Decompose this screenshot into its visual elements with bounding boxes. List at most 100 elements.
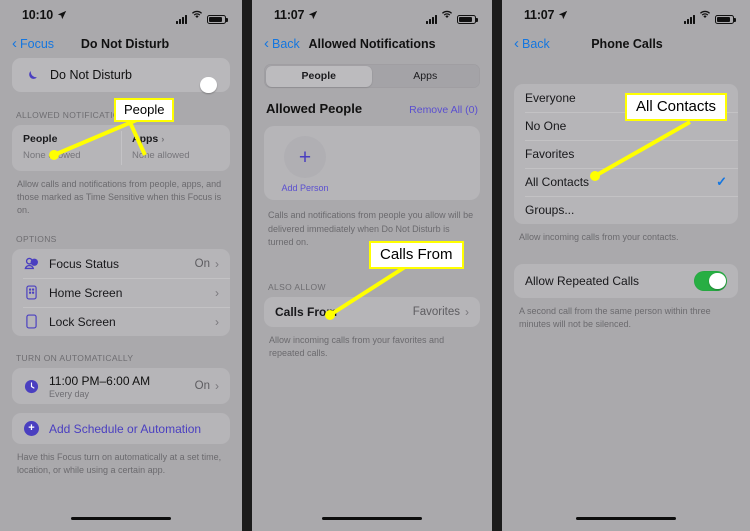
back-button[interactable]: ‹ Back [514, 36, 550, 51]
cellular-signal-icon [426, 15, 437, 24]
location-arrow-icon [57, 10, 67, 20]
choice-groups[interactable]: Groups... [514, 196, 738, 224]
status-bar: 11:07 [252, 0, 492, 30]
callout-people: People [114, 98, 175, 122]
turn-on-automatically-header: TURN ON AUTOMATICALLY [16, 353, 134, 364]
add-schedule-card: + Add Schedule or Automation [12, 413, 230, 445]
section-title: Allowed People [266, 101, 363, 116]
allow-repeated-calls-label: Allow Repeated Calls [525, 274, 640, 289]
row-focus-status[interactable]: Focus Status On › [12, 249, 230, 278]
home-indicator [71, 516, 171, 520]
allowed-apps-label: Apps [132, 133, 159, 145]
row-label-home-screen: Home Screen [49, 285, 123, 300]
do-not-disturb-row[interactable]: Do Not Disturb [12, 58, 230, 92]
status-indicators [684, 6, 736, 24]
choice-label: Favorites [525, 147, 575, 161]
home-screen-icon [23, 285, 40, 300]
allow-repeated-calls-toggle[interactable] [694, 271, 727, 291]
repeated-calls-card: Allow Repeated Calls [514, 264, 738, 299]
location-arrow-icon [558, 10, 568, 20]
back-button-label: Focus [20, 37, 55, 51]
location-arrow-icon [308, 10, 318, 20]
options-header: OPTIONS [16, 234, 57, 245]
add-person-button[interactable]: + Add Person [278, 136, 332, 193]
phone-calls-content: Everyone No One Favorites All Contacts ✓… [502, 84, 750, 331]
row-calls-from[interactable]: Calls From Favorites › [264, 297, 480, 327]
plus-icon: + [284, 136, 326, 178]
allowed-apps-value: None allowed [132, 150, 190, 161]
choice-label: No One [525, 119, 567, 133]
phone-screen-do-not-disturb: 10:10 ‹ Focus Do Not Disturb Do Not Dist… [0, 0, 242, 531]
wifi-icon [699, 6, 711, 24]
calls-from-value: Favorites [412, 305, 460, 318]
row-home-screen[interactable]: Home Screen › [12, 278, 230, 307]
status-indicators [426, 6, 478, 24]
schedule-value: On [194, 380, 210, 393]
focus-status-icon [23, 257, 40, 270]
callout-all-contacts: All Contacts [625, 93, 728, 121]
moon-icon [24, 68, 41, 82]
battery-icon [715, 14, 736, 24]
navigation-bar: ‹ Focus Do Not Disturb [0, 30, 242, 58]
repeated-calls-footnote: A second call from the same person withi… [519, 306, 711, 330]
allowed-apps-cell[interactable]: Apps › None allowed [121, 125, 230, 171]
segmented-control[interactable]: People Apps [264, 64, 480, 88]
status-time: 11:07 [524, 8, 555, 22]
home-indicator [322, 516, 422, 520]
allowed-people-label: People [23, 133, 58, 145]
battery-icon [207, 14, 228, 24]
row-schedule[interactable]: 11:00 PM–6:00 AM Every day On › [12, 368, 230, 404]
also-allow-header: ALSO ALLOW [268, 281, 326, 292]
remove-all-button[interactable]: Remove All (0) [409, 104, 478, 116]
automation-footnote: Have this Focus turn on automatically at… [17, 452, 222, 476]
choice-all-contacts[interactable]: All Contacts ✓ [514, 168, 738, 196]
add-person-label: Add Person [281, 183, 329, 193]
also-allow-section: ALSO ALLOW Calls From Favorites › Allow … [252, 282, 492, 360]
allowed-people-cell[interactable]: People None allowed [12, 125, 121, 171]
status-time: 11:07 [274, 8, 305, 22]
chevron-right-icon: › [215, 314, 219, 329]
clock-icon [23, 379, 40, 394]
call-source-footnote: Allow incoming calls from your contacts. [519, 232, 679, 242]
callout-calls-from: Calls From [369, 241, 464, 269]
battery-icon [457, 14, 478, 24]
plus-circle-icon: + [23, 421, 40, 437]
row-label-lock-screen: Lock Screen [49, 314, 116, 329]
tab-apps[interactable]: Apps [372, 66, 479, 87]
row-lock-screen[interactable]: Lock Screen › [12, 307, 230, 336]
status-indicators [176, 6, 228, 24]
chevron-right-icon: › [161, 133, 165, 145]
cellular-signal-icon [684, 15, 695, 24]
schedule-time: 11:00 PM–6:00 AM [49, 373, 151, 388]
calls-from-label: Calls From [275, 304, 338, 319]
navigation-bar: ‹ Back Allowed Notifications [252, 30, 492, 58]
status-bar: 11:07 [502, 0, 750, 30]
chevron-left-icon: ‹ [264, 35, 269, 52]
cellular-signal-icon [176, 15, 187, 24]
phone-screen-phone-calls: 11:07 ‹ Back Phone Calls Everyone No One… [502, 0, 750, 531]
also-allow-footnote: Allow incoming calls from your favorites… [269, 334, 445, 358]
chevron-right-icon: › [215, 379, 219, 394]
choice-label: Everyone [525, 91, 576, 105]
chevron-right-icon: › [465, 304, 469, 319]
back-button-focus[interactable]: ‹ Focus [12, 36, 55, 51]
tab-people[interactable]: People [265, 65, 372, 87]
schedule-repeat: Every day [49, 388, 90, 399]
navigation-bar: ‹ Back Phone Calls [502, 30, 750, 58]
chevron-right-icon: › [215, 285, 219, 300]
wifi-icon [441, 6, 453, 24]
also-allow-card: Calls From Favorites › [264, 296, 480, 327]
allowed-people-value: None allowed [23, 150, 81, 161]
focus-status-value: On [194, 257, 210, 270]
back-button[interactable]: ‹ Back [264, 35, 300, 52]
allowed-people-header: Allowed People Remove All (0) [252, 88, 492, 126]
row-label-focus-status: Focus Status [49, 256, 120, 271]
add-schedule-label: Add Schedule or Automation [49, 421, 202, 436]
row-add-schedule[interactable]: + Add Schedule or Automation [12, 413, 230, 444]
row-allow-repeated-calls[interactable]: Allow Repeated Calls [514, 264, 738, 298]
home-indicator [576, 516, 676, 520]
chevron-right-icon: › [215, 256, 219, 271]
choice-favorites[interactable]: Favorites [514, 140, 738, 168]
allowed-notifications-footnote: Allow calls and notifications from peopl… [17, 179, 222, 216]
screenshot-stage: 10:10 ‹ Focus Do Not Disturb Do Not Dist… [0, 0, 750, 531]
